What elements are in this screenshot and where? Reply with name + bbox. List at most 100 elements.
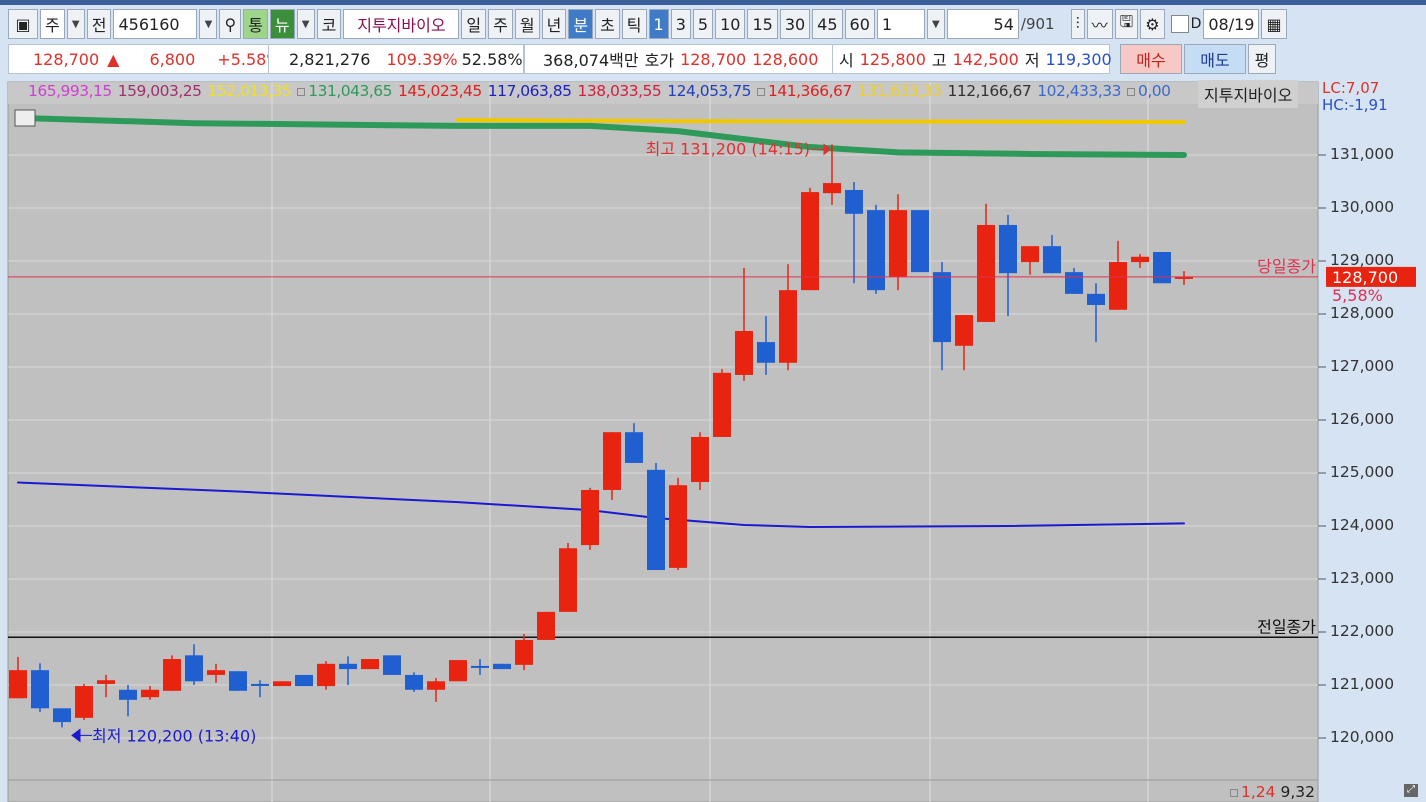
d-checkbox[interactable] [1170,15,1189,33]
minute-tab[interactable]: 45 [812,9,843,39]
candle-body [735,330,753,375]
window-title-bar [0,0,1426,5]
ma-legend: 165,993,15 159,003,25 152,013,35 131,043,65… [28,82,1171,100]
buy-button[interactable]: 매수 [1120,44,1182,74]
candle [581,487,599,550]
ma-value-text: 138,033,55 [577,82,662,100]
period-tab[interactable]: 년 [541,9,567,39]
candle [317,661,335,690]
stock-name-field[interactable]: 지투지바이오 [343,9,460,39]
minute-tab[interactable]: 1 [648,9,669,39]
price-change: 6,800 [149,49,196,69]
minute-tab[interactable]: 10 [715,9,746,39]
ma-value-text: 131,633,33 [857,82,942,100]
minute-tab[interactable]: 3 [670,9,691,39]
candle-body [889,210,907,277]
quote-stats: 2,821,276 109.39% 52.58% 368,074백만 호가 128,70… [268,44,1278,74]
ma-value-text: 152,013,35 [207,82,292,100]
all-button[interactable]: 전 [86,9,112,39]
high-price: 142,500 [952,49,1019,69]
candle-body [1109,262,1127,310]
candle-body [867,210,885,291]
period-tab[interactable]: 분 [568,9,594,39]
open-label: 시 [839,51,854,70]
expand-icon[interactable]: ⤢ [1404,784,1418,797]
ma-value-text: 141,366,67 [768,82,852,100]
period-tab[interactable]: 초 [595,9,620,39]
high-label: 고 [931,51,947,70]
search-icon[interactable]: ⚲ [219,9,242,39]
y-tick-label: 125,000 [1330,463,1395,481]
ma-legend-value: 141,366,67 [757,82,852,100]
candle-add-icon[interactable]: ⫶ [1070,9,1085,39]
candle [449,660,467,682]
ma-value-text: 112,166,67 [947,82,1032,100]
minute-tab[interactable]: 30 [779,9,811,39]
bid-price: 128,600 [752,49,819,69]
candle-body [647,469,665,570]
candle-body [515,639,533,665]
date-input[interactable]: 08/19 [1203,9,1260,39]
footer-value-1: 1,24 [1241,783,1276,801]
candlestick-chart[interactable]: 당일종가전일종가 128,7005,58% 최고 131,200 (14:15) 최저… [0,78,1426,802]
current-close-label: 당일종가 [1257,257,1316,276]
candle-body [999,224,1017,274]
candle [75,683,93,720]
news-button[interactable]: 뉴 [269,9,295,39]
moving-average-line [456,118,1186,125]
up-arrow-icon: ▲ [107,49,120,69]
candle-body [361,659,379,670]
market-dropdown-icon[interactable]: ▼ [66,9,85,39]
candle [647,462,665,570]
layout-toggle-icon[interactable]: ▣ [8,9,38,39]
minute-tab[interactable]: 5 [692,9,714,39]
main-toolbar: ▣ 주 ▼ 전 456160 ▼ ⚲ 통 뉴 ▼ 코 지투지바이오 일주월년분초… [0,8,1289,40]
candle-body [933,272,951,343]
candle [229,671,247,691]
low-annotation: 최저 120,200 (13:40) [92,726,256,745]
interval-select[interactable]: 1 [876,9,925,39]
calendar-icon[interactable]: ▦ [1261,9,1287,39]
tong-button[interactable]: 통 [243,9,268,39]
count-input[interactable]: 54 [946,9,1019,39]
candle-body [339,663,357,670]
candle-body [801,192,819,291]
candle-body [955,315,973,346]
period-tab[interactable]: 일 [461,9,487,39]
minute-tab[interactable]: 60 [844,9,875,39]
gear-icon[interactable]: ⚙ [1140,9,1165,39]
avg-button[interactable]: 평 [1248,44,1276,74]
period-tab[interactable]: 주 [488,9,513,39]
candle-body [581,489,599,546]
ma-legend-value: 131,043,65 [297,82,392,100]
y-tick-label: 123,000 [1330,569,1395,587]
line-add-icon[interactable]: 〰 [1086,9,1113,39]
save-icon[interactable]: 🖫 [1114,9,1139,39]
minute-tab[interactable]: 15 [747,9,778,39]
current-price-label: 128,700 [1332,268,1398,287]
candle [31,663,49,713]
candle-body [9,670,27,699]
period-tab[interactable]: 틱 [621,9,647,39]
candle-body [757,342,775,363]
stock-code-input[interactable]: 456160 [113,9,198,39]
candle [163,655,181,691]
d-checkbox-label: D [1190,16,1202,32]
table-toggle-icon[interactable] [14,109,36,127]
market-select[interactable]: 주 [40,9,65,39]
news-dropdown-icon[interactable]: ▼ [296,9,315,39]
sell-button[interactable]: 매도 [1184,44,1246,74]
ma-value-text: 165,993,15 [28,82,112,100]
candle-body [427,681,445,690]
code-dropdown-icon[interactable]: ▼ [199,9,218,39]
ma-value-text: 117,063,85 [487,82,572,100]
candle-body [669,485,687,568]
lc-hc-info: LC:7,07 HC:-1,91 [1322,80,1388,114]
candle [559,542,577,612]
period-tab[interactable]: 월 [514,9,540,39]
candle [669,477,687,570]
candle-body [779,290,797,363]
ma-value-text: 145,023,45 [398,82,482,100]
ask-price: 128,700 [680,49,747,69]
interval-dropdown-icon[interactable]: ▼ [926,9,945,39]
